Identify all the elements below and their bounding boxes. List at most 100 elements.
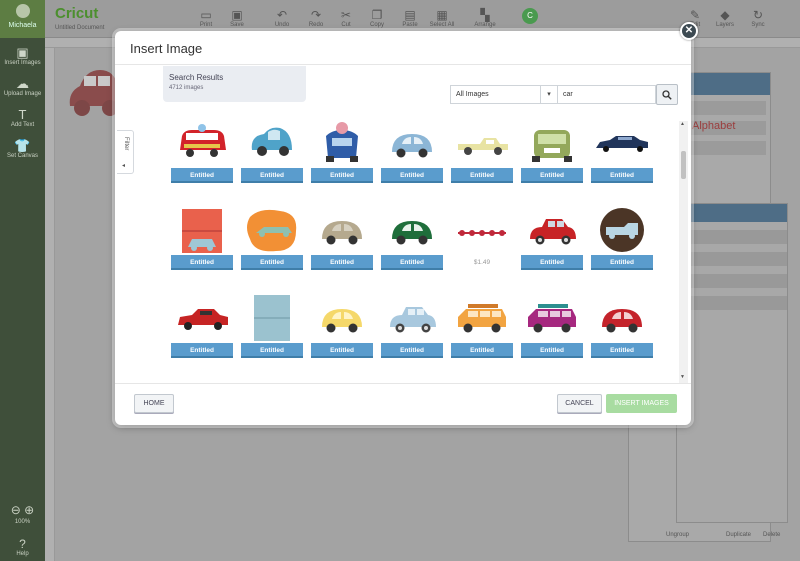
- results-title: Search Results: [169, 73, 224, 82]
- rail-bottom: ⊖ ⊕ 100% ? Help: [0, 503, 45, 561]
- image-tile[interactable]: Entitled: [310, 118, 374, 186]
- tile-entitled-badge: Entitled: [311, 168, 373, 183]
- image-tile[interactable]: Entitled: [380, 293, 444, 361]
- divider: [115, 64, 691, 65]
- image-tile[interactable]: Entitled: [380, 118, 444, 186]
- chevron-down-icon: ▾: [547, 91, 551, 98]
- image-tile[interactable]: Entitled: [520, 205, 584, 273]
- rail-set-canvas[interactable]: 👕 Set Canvas: [0, 131, 45, 162]
- cricut-logo: Cricut: [55, 5, 99, 22]
- toolbar-arrange[interactable]: ▚ Arrange: [470, 8, 500, 28]
- tile-image: [240, 205, 304, 255]
- toolbar-print[interactable]: ▭ Print: [191, 8, 221, 28]
- category-caret[interactable]: ▾: [540, 85, 558, 104]
- image-tile[interactable]: Entitled: [170, 293, 234, 361]
- tile-image: [520, 205, 584, 255]
- tile-entitled-badge: Entitled: [521, 168, 583, 183]
- shirt-icon: 👕: [14, 138, 31, 153]
- image-tile[interactable]: Entitled: [380, 205, 444, 273]
- tile-image: [450, 205, 514, 255]
- image-tile[interactable]: Entitled: [520, 118, 584, 186]
- go-button[interactable]: C: [522, 8, 538, 24]
- scroll-down-icon[interactable]: ▼: [680, 374, 685, 380]
- sync-icon: ↻: [752, 8, 764, 22]
- toolbar-sync[interactable]: ↻ Sync: [743, 8, 773, 28]
- save-icon: ▣: [231, 8, 243, 22]
- image-tile[interactable]: Entitled: [590, 205, 654, 273]
- close-modal-button[interactable]: ✕: [680, 22, 698, 40]
- tile-entitled-badge: Entitled: [241, 255, 303, 270]
- tile-image: [590, 293, 654, 343]
- image-tile[interactable]: Entitled: [170, 205, 234, 273]
- tile-image: [170, 118, 234, 168]
- toolbar-cut[interactable]: ✂ Cut: [331, 8, 361, 28]
- toolbar-copy[interactable]: ❐ Copy: [362, 8, 392, 28]
- image-tile[interactable]: Entitled: [590, 118, 654, 186]
- image-tile[interactable]: Entitled: [240, 293, 304, 361]
- image-tile[interactable]: Entitled: [590, 293, 654, 361]
- image-tile[interactable]: $1.49: [450, 205, 514, 273]
- image-tile[interactable]: Entitled: [170, 118, 234, 186]
- toolbar-undo[interactable]: ↶ Undo: [267, 8, 297, 28]
- image-tile[interactable]: Entitled: [310, 293, 374, 361]
- zoom-controls[interactable]: ⊖ ⊕: [0, 503, 45, 519]
- home-button[interactable]: HOME: [134, 394, 174, 413]
- tile-entitled-badge: Entitled: [381, 343, 443, 358]
- toolbar-select-all[interactable]: ▦ Select All: [427, 8, 457, 28]
- image-tile[interactable]: Entitled: [310, 205, 374, 273]
- help-icon: ?: [19, 537, 26, 551]
- image-tile[interactable]: Entitled: [450, 118, 514, 186]
- grid-scrollbar[interactable]: ▲ ▼: [679, 121, 688, 383]
- image-tile[interactable]: Entitled: [520, 293, 584, 361]
- image-tile[interactable]: Entitled: [240, 118, 304, 186]
- rail-upload-image[interactable]: ☁ Upload Image: [0, 69, 45, 100]
- modal-title: Insert Image: [130, 41, 203, 56]
- redo-icon: ↷: [310, 8, 322, 22]
- tile-image: [520, 118, 584, 168]
- left-sidebar: Michaela ▣ Insert Images ☁ Upload Image TA…: [0, 0, 45, 561]
- results-count: 4712 images: [169, 85, 204, 91]
- category-select[interactable]: All Images: [450, 85, 540, 104]
- arrange-icon: ▚: [480, 8, 490, 22]
- rail-insert-images[interactable]: ▣ Insert Images: [0, 38, 45, 69]
- toolbar-paste[interactable]: ▤ Paste: [395, 8, 425, 28]
- delete-button[interactable]: Delete: [763, 532, 780, 538]
- scroll-thumb[interactable]: [681, 151, 686, 179]
- tile-image: [450, 118, 514, 168]
- user-menu[interactable]: Michaela: [0, 0, 45, 38]
- search-icon: [662, 90, 672, 100]
- paste-icon: ▤: [404, 8, 416, 22]
- avatar: [15, 4, 30, 18]
- toolbar-redo[interactable]: ↷ Redo: [301, 8, 331, 28]
- tile-image: [170, 293, 234, 343]
- tile-entitled-badge: Entitled: [241, 168, 303, 183]
- search-button[interactable]: [656, 84, 678, 105]
- cancel-button[interactable]: CANCEL: [557, 394, 602, 413]
- toolbar-layers[interactable]: ◆ Layers: [710, 8, 740, 28]
- ungroup-button[interactable]: Ungroup: [666, 532, 689, 538]
- help-button[interactable]: ? Help: [0, 525, 45, 561]
- scroll-up-icon[interactable]: ▲: [680, 121, 685, 127]
- insert-images-button[interactable]: INSERT IMAGES: [606, 394, 677, 413]
- toolbar-save[interactable]: ▣ Save: [222, 8, 252, 28]
- tile-image: [170, 205, 234, 255]
- layers-subpanel: [676, 203, 788, 523]
- image-tile[interactable]: Entitled: [240, 205, 304, 273]
- rail-add-text[interactable]: T Add Text: [0, 100, 45, 131]
- tile-image: [380, 118, 444, 168]
- tile-entitled-badge: Entitled: [451, 168, 513, 183]
- text-icon: T: [18, 107, 27, 122]
- tile-entitled-badge: Entitled: [521, 255, 583, 270]
- tile-entitled-badge: Entitled: [171, 255, 233, 270]
- cut-icon: ✂: [340, 8, 352, 22]
- grid-icon: ▦: [436, 8, 448, 22]
- folder-icon: ▭: [200, 8, 212, 22]
- search-input[interactable]: car: [558, 85, 656, 104]
- image-tile[interactable]: Entitled: [450, 293, 514, 361]
- tile-entitled-badge: Entitled: [521, 343, 583, 358]
- duplicate-button[interactable]: Duplicate: [726, 532, 751, 538]
- document-name: Untitled Document: [55, 25, 105, 31]
- undo-icon: ↶: [276, 8, 288, 22]
- layer-bottom-tools: Ungroup Duplicate Delete: [628, 518, 800, 542]
- layers-icon: ◆: [720, 8, 730, 22]
